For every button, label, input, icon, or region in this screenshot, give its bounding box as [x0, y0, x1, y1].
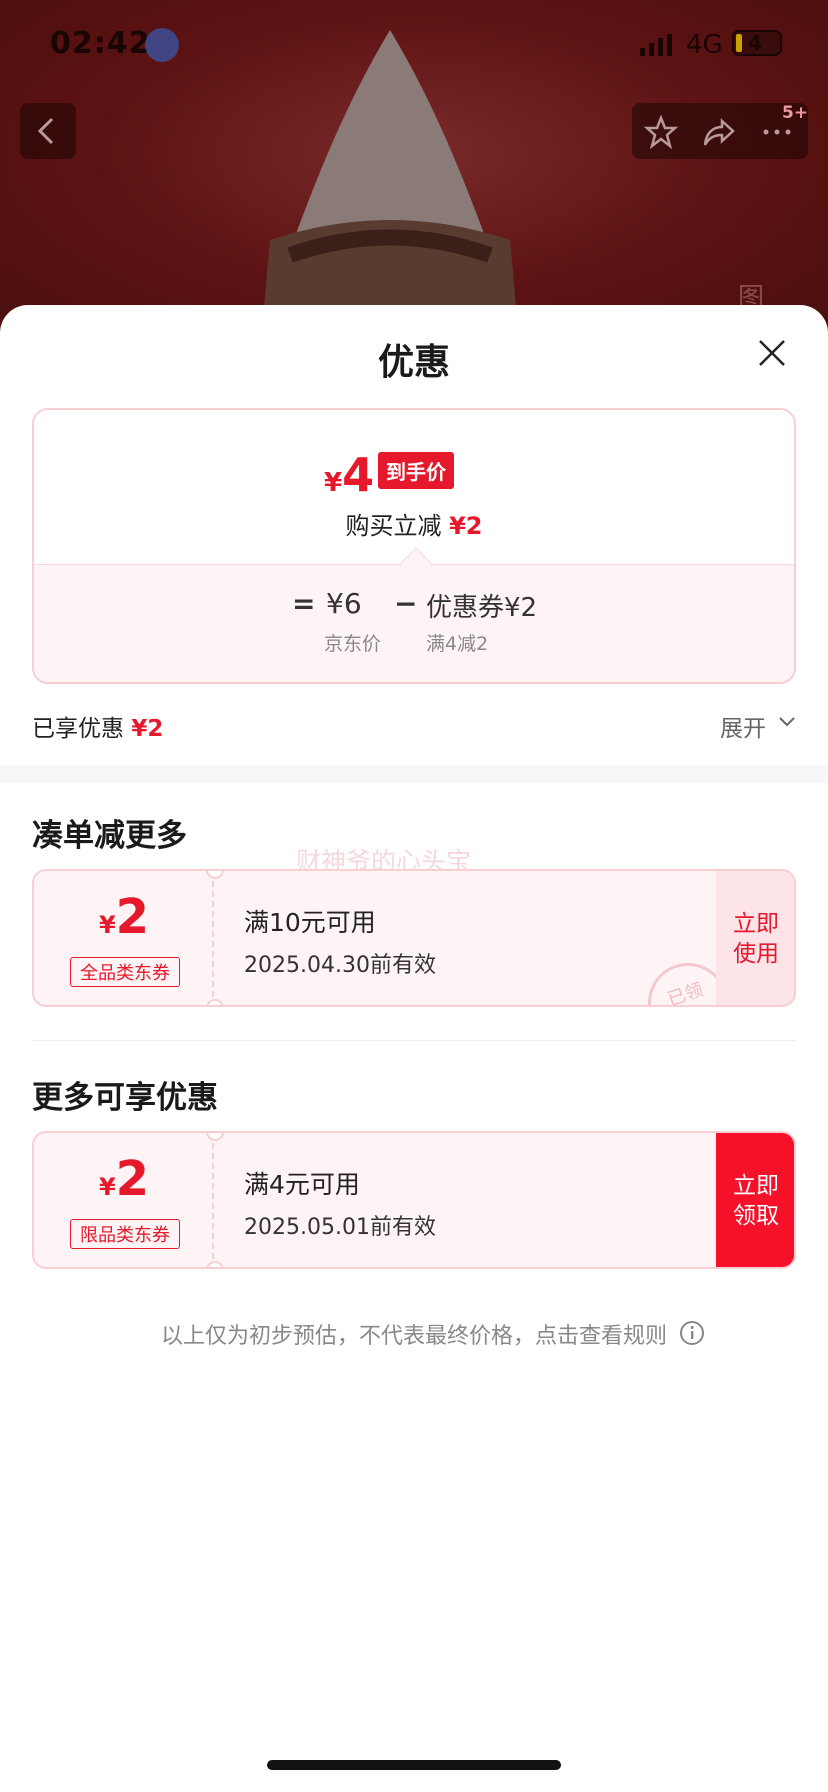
section-title-more-offers: 更多可享优惠 [32, 1080, 218, 1116]
jd-price-caption: 京东价 [324, 633, 382, 655]
status-time: 02:42 [50, 26, 151, 61]
price-breakdown-card: ¥4 到手价 购买立减 ¥2 = ¥6 京东价 − 优惠券¥2 满4减2 [32, 408, 796, 684]
final-price-tag: 到手价 [378, 452, 454, 489]
discount-sheet: 优惠 ¥4 到手价 购买立减 ¥2 = ¥6 京东价 − 优惠券¥2 满4减2 … [0, 305, 828, 1792]
coupon-deduction: 优惠券¥2 [426, 593, 538, 623]
location-icon [145, 28, 179, 62]
back-button[interactable] [20, 103, 76, 159]
status-bar: 02:42 4G 4 [0, 0, 828, 90]
home-indicator[interactable] [267, 1760, 561, 1770]
jd-price: ¥6 [326, 587, 362, 620]
star-icon[interactable] [644, 115, 678, 149]
final-price: ¥4 [324, 448, 375, 502]
coupon-caption: 满4减2 [426, 633, 489, 655]
minus-sign: − [394, 587, 418, 620]
expand-button[interactable]: 展开 [720, 709, 766, 743]
coupon-validity: 2025.05.01前有效 [244, 1215, 436, 1240]
chevron-left-icon [37, 117, 54, 145]
network-label: 4G [686, 30, 723, 60]
instant-discount: 购买立减 ¥2 [345, 512, 483, 540]
coupon-condition: 满4元可用 [244, 1170, 360, 1199]
coupon-amount: ¥2 [98, 1151, 150, 1207]
section-divider [0, 765, 828, 783]
message-badge: 5+ [782, 103, 809, 123]
share-icon[interactable] [702, 115, 736, 149]
divider-line [32, 1040, 796, 1041]
equals-sign: = [292, 587, 316, 620]
coupon-type-tag: 全品类东券 [70, 957, 180, 987]
coupon-condition: 满10元可用 [244, 908, 376, 937]
chevron-down-icon[interactable] [778, 715, 796, 729]
coupon-card: ¥2 限品类东券 满4元可用 2025.05.01前有效 立即 领取 [32, 1131, 796, 1269]
battery-level: 4 [748, 31, 762, 55]
signal-icon [640, 34, 672, 56]
coupon-card: ¥2 全品类东券 满10元可用 2025.04.30前有效 已领 立即 使用 [32, 869, 796, 1007]
coupon-type-tag: 限品类东券 [70, 1219, 180, 1249]
battery-icon: 4 [732, 30, 782, 56]
coupon-amount: ¥2 [98, 889, 150, 945]
enjoyed-discount: 已享优惠 ¥2 [32, 716, 164, 742]
section-title-more-savings: 凑单减更多 [32, 818, 187, 854]
claim-now-button[interactable]: 立即 领取 [716, 1133, 794, 1267]
coupon-validity: 2025.04.30前有效 [244, 953, 436, 978]
use-now-button[interactable]: 立即 使用 [716, 871, 794, 1005]
sheet-title: 优惠 [377, 342, 450, 383]
info-icon[interactable] [679, 1320, 705, 1346]
close-icon[interactable] [756, 337, 788, 369]
